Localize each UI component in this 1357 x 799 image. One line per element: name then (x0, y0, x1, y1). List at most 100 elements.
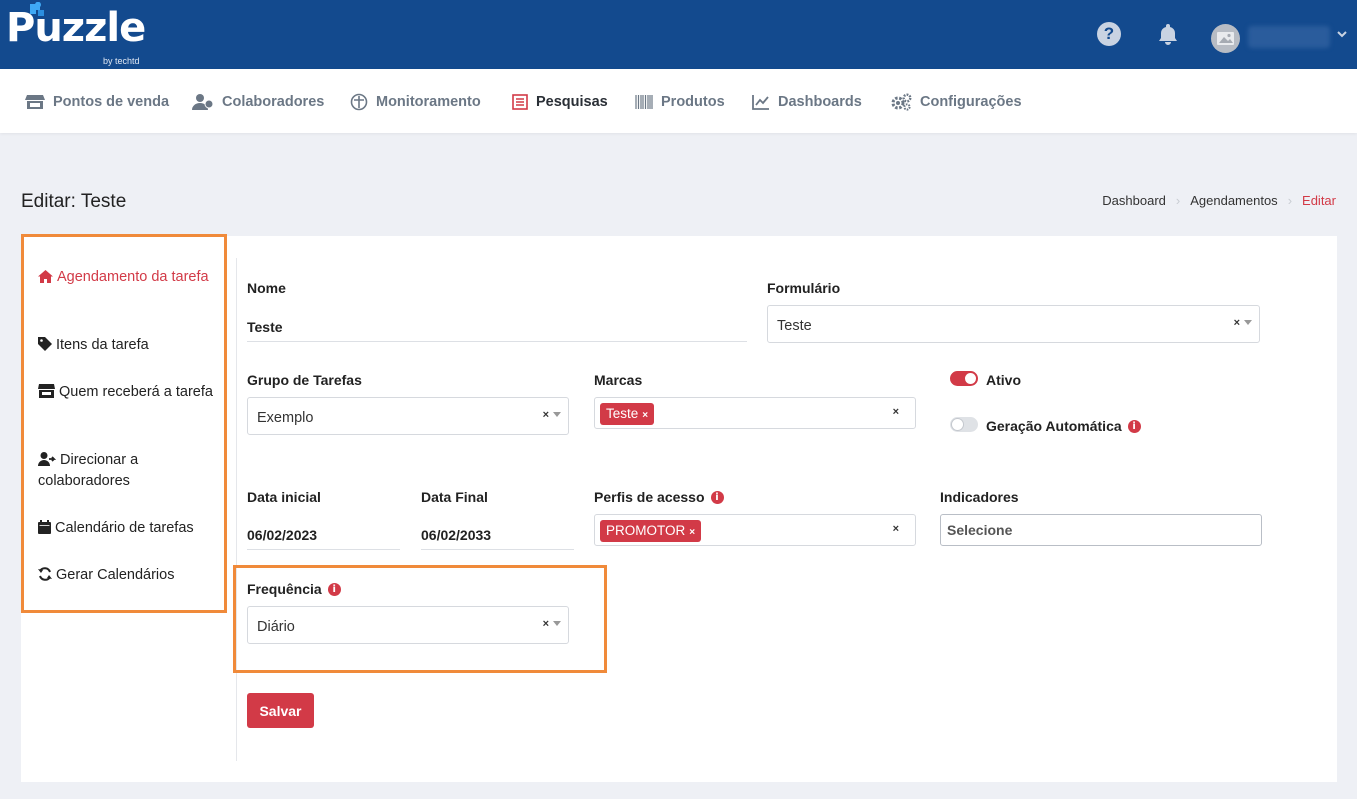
image-placeholder-icon (1217, 32, 1234, 45)
label-text: Frequência (247, 581, 322, 597)
tag-label: PROMOTOR (606, 523, 686, 538)
nome-label: Nome (247, 280, 286, 296)
info-icon[interactable]: i (710, 490, 724, 504)
side-menu: Agendamento da tarefa Itens da tarefa Qu… (21, 234, 227, 613)
toggle-knob (965, 373, 976, 384)
home-icon (38, 270, 53, 283)
marcas-multiselect[interactable]: Teste × × (594, 397, 916, 429)
toggle-knob (952, 419, 963, 430)
formulario-label: Formulário (767, 280, 841, 296)
nome-input[interactable] (247, 313, 747, 342)
perfis-acesso-label: Perfis de acesso i (594, 489, 724, 505)
barcode-icon (635, 95, 653, 109)
clear-icon[interactable]: × (1234, 317, 1240, 329)
info-icon[interactable]: i (327, 582, 341, 596)
top-bar: Puzzle by techtd ? (0, 0, 1357, 69)
perfis-acesso-multiselect[interactable]: PROMOTOR × × (594, 514, 916, 546)
breadcrumb-dashboard[interactable]: Dashboard (1102, 193, 1166, 208)
nav-monitoramento[interactable]: Monitoramento (350, 93, 481, 111)
nav-label: Monitoramento (376, 94, 481, 110)
indicadores-input[interactable] (940, 514, 1262, 546)
info-icon[interactable]: i (1127, 419, 1141, 433)
label-text: Geração Automática (986, 418, 1122, 434)
side-item-gerar-calendarios[interactable]: Gerar Calendários (38, 565, 213, 586)
tag-promotor: PROMOTOR × (600, 520, 702, 542)
frequencia-select[interactable]: Diário × (247, 606, 569, 644)
side-item-label: Gerar Calendários (56, 567, 175, 583)
section-divider (236, 258, 237, 761)
nav-label: Pesquisas (536, 94, 608, 110)
breadcrumb: Dashboard › Agendamentos › Editar (1102, 193, 1336, 208)
geracao-automatica-label: Geração Automática i (986, 418, 1141, 434)
caret-down-icon[interactable] (1244, 320, 1252, 325)
side-item-agendamento[interactable]: Agendamento da tarefa (38, 267, 213, 288)
clear-icon[interactable]: × (543, 409, 549, 421)
select-value: Teste (777, 318, 812, 334)
survey-icon (512, 94, 528, 110)
ativo-toggle[interactable] (950, 371, 978, 386)
clear-icon[interactable]: × (543, 618, 549, 630)
user-name-redacted[interactable] (1248, 26, 1330, 48)
puzzle-piece-icon (30, 2, 44, 16)
nav-label: Pontos de venda (53, 94, 170, 110)
nav-configuracoes[interactable]: Configurações (890, 93, 1022, 111)
select-value: Diário (257, 619, 295, 635)
label-text: Perfis de acesso (594, 489, 705, 505)
tag-teste: Teste × (600, 403, 655, 425)
side-item-label: Itens da tarefa (56, 337, 149, 353)
nav-pesquisas[interactable]: Pesquisas (512, 93, 608, 111)
chart-icon (752, 95, 769, 110)
avatar[interactable] (1211, 24, 1240, 53)
side-item-quem-recebera[interactable]: Quem receberá a tarefa (38, 382, 213, 403)
remove-tag-icon[interactable]: × (689, 527, 695, 538)
breadcrumb-editar: Editar (1302, 193, 1336, 208)
side-item-calendario[interactable]: Calendário de tarefas (38, 518, 213, 539)
gears-icon (891, 93, 912, 111)
store-icon (25, 95, 45, 109)
indicadores-label: Indicadores (940, 489, 1019, 505)
nav-label: Configurações (920, 94, 1022, 110)
chevron-down-icon[interactable] (1337, 30, 1347, 38)
geracao-automatica-toggle[interactable] (950, 417, 978, 432)
side-item-itens[interactable]: Itens da tarefa (38, 335, 213, 356)
side-item-label: Calendário de tarefas (55, 520, 194, 536)
side-item-label: Agendamento da tarefa (57, 269, 209, 285)
store-icon (38, 384, 55, 398)
remove-tag-icon[interactable]: × (642, 410, 648, 421)
nav-pontos-de-venda[interactable]: Pontos de venda (25, 93, 169, 111)
side-item-label: Quem receberá a tarefa (59, 384, 213, 400)
grupo-label: Grupo de Tarefas (247, 372, 362, 388)
nav-dashboards[interactable]: Dashboards (752, 93, 862, 111)
data-inicial-input[interactable] (247, 520, 400, 550)
caret-down-icon[interactable] (553, 621, 561, 626)
breadcrumb-agendamentos[interactable]: Agendamentos (1190, 193, 1277, 208)
nav-label: Colaboradores (222, 94, 325, 110)
side-item-direcionar[interactable]: Direcionar a colaboradores (38, 450, 213, 492)
save-button[interactable]: Salvar (247, 693, 314, 728)
bell-icon[interactable] (1156, 22, 1180, 46)
clear-icon[interactable]: × (893, 523, 899, 535)
help-icon[interactable]: ? (1097, 22, 1121, 46)
chevron-right-icon: › (1175, 193, 1181, 208)
page-title: Editar: Teste (21, 191, 127, 212)
formulario-select[interactable]: Teste × (767, 305, 1260, 343)
marcas-label: Marcas (594, 372, 643, 388)
ativo-label: Ativo (986, 372, 1021, 388)
main-nav: Pontos de venda Colaboradores Monitorame… (0, 69, 1357, 133)
logo-byline: by techtd (103, 56, 140, 66)
nav-produtos[interactable]: Produtos (635, 93, 725, 111)
app-logo[interactable]: Puzzle by techtd (6, 2, 146, 66)
data-final-label: Data Final (421, 489, 488, 505)
chevron-right-icon: › (1287, 193, 1293, 208)
refresh-icon (38, 567, 52, 581)
data-final-input[interactable] (421, 520, 574, 550)
nav-colaboradores[interactable]: Colaboradores (192, 93, 324, 111)
users-icon (192, 94, 214, 110)
caret-down-icon[interactable] (553, 412, 561, 417)
nav-label: Dashboards (778, 94, 862, 110)
calendar-icon (38, 520, 51, 534)
tag-label: Teste (606, 406, 639, 421)
select-value: Exemplo (257, 410, 314, 426)
grupo-select[interactable]: Exemplo × (247, 397, 569, 435)
clear-icon[interactable]: × (893, 406, 899, 418)
